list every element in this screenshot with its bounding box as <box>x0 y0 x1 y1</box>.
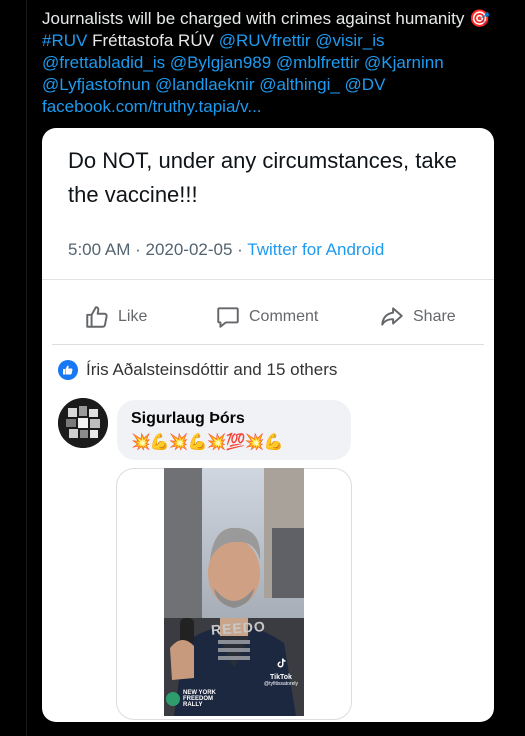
hashtag-link[interactable]: #RUV <box>42 31 87 50</box>
facebook-action-bar: Like Comment Share <box>42 290 494 346</box>
like-button[interactable]: Like <box>84 304 147 330</box>
share-button[interactable]: Share <box>379 304 456 330</box>
divider <box>42 279 494 280</box>
comment-emojis: 💥💪💥💪💥💯💥💪 <box>131 434 283 451</box>
tiktok-handle: @tyfitissatorely <box>264 681 298 687</box>
thumbs-up-icon <box>86 306 108 328</box>
external-link[interactable]: facebook.com/truthy.tapia/v... <box>42 97 262 116</box>
divider <box>52 344 484 345</box>
meta-separator: · <box>130 240 146 259</box>
quoted-tweet-date: 2020-02-05 <box>145 240 233 259</box>
comment-bubble: Sigurlaug Þórs 💥💪💥💪💥💯💥💪 <box>117 400 351 460</box>
share-label: Share <box>413 308 456 325</box>
tiktok-watermark: TikTok @tyfitissatorely <box>264 656 298 687</box>
quoted-tweet-time: 5:00 AM <box>68 240 131 259</box>
tweet-text-plain: Journalists will be charged with crimes … <box>42 9 470 28</box>
comment-icon <box>217 307 239 328</box>
reactions-summary[interactable]: Íris Aðalsteinsdóttir and 15 others <box>58 360 337 380</box>
avatar[interactable] <box>58 398 108 448</box>
comment-button[interactable]: Comment <box>215 304 318 330</box>
thread-line <box>26 0 27 736</box>
reactions-text: Íris Aðalsteinsdóttir and 15 others <box>86 360 338 379</box>
share-arrow-icon <box>381 307 403 326</box>
quoted-tweet-source: Twitter for Android <box>247 240 385 259</box>
tiktok-note-icon <box>277 658 286 668</box>
tiktok-label: TikTok <box>270 674 292 681</box>
tweet-text-after-hashtag: Fréttastofa RÚV <box>87 31 219 50</box>
tweet-text: Journalists will be charged with crimes … <box>42 8 502 118</box>
freedom-rally-logo: NEW YORK FREEDOM RALLY <box>166 690 216 708</box>
like-reaction-icon <box>58 360 78 380</box>
avatar-image <box>58 398 108 448</box>
comment-author[interactable]: Sigurlaug Þórs <box>131 410 245 428</box>
quoted-tweet-message: Do NOT, under any circumstances, take th… <box>68 148 457 207</box>
media-card[interactable]: Do NOT, under any circumstances, take th… <box>42 128 494 722</box>
quoted-tweet-screenshot: Do NOT, under any circumstances, take th… <box>42 128 494 280</box>
video-thumbnail[interactable]: REEDO TikTok @tyfitissatorely NEW YORK F… <box>164 468 304 716</box>
rally-logo-icon <box>166 692 180 706</box>
meta-separator-2: · <box>232 240 248 259</box>
target-emoji-icon: 🎯 <box>469 9 491 28</box>
like-label: Like <box>118 308 148 325</box>
quoted-tweet-meta: 5:00 AM · 2020-02-05 · Twitter for Andro… <box>68 240 384 260</box>
comment-label: Comment <box>249 308 319 325</box>
rally-line-3: RALLY <box>183 702 203 708</box>
